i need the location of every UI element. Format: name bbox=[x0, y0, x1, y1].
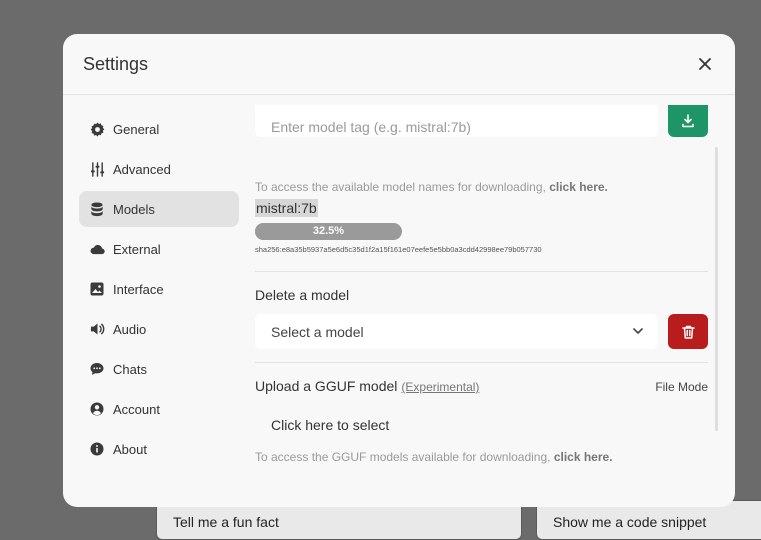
gguf-hint-text: To access the GGUF models available for … bbox=[255, 450, 551, 464]
sidebar-item-label: Account bbox=[113, 401, 160, 417]
sidebar-item-account[interactable]: Account bbox=[79, 391, 239, 427]
file-mode-toggle[interactable]: File Mode bbox=[655, 380, 708, 394]
sidebar-item-advanced[interactable]: Advanced bbox=[79, 151, 239, 187]
settings-modal: Settings General Advanced Models Externa… bbox=[63, 34, 735, 507]
trash-icon bbox=[681, 325, 695, 339]
close-icon bbox=[699, 58, 711, 70]
close-button[interactable] bbox=[695, 54, 715, 74]
download-button[interactable] bbox=[668, 105, 708, 137]
sidebar-item-label: About bbox=[113, 441, 147, 457]
upload-title-text: Upload a GGUF model bbox=[255, 378, 398, 394]
gguf-hint-link[interactable]: click here. bbox=[554, 450, 613, 464]
delete-section-title: Delete a model bbox=[255, 287, 350, 303]
models-panel: Enter model tag (e.g. mistral:7b) To acc… bbox=[255, 95, 720, 507]
pull-hint: To access the available model names for … bbox=[255, 180, 608, 194]
sidebar-item-external[interactable]: External bbox=[79, 231, 239, 267]
info-icon bbox=[89, 441, 105, 457]
speaker-icon bbox=[89, 321, 105, 337]
model-tag-input[interactable]: Enter model tag (e.g. mistral:7b) bbox=[255, 105, 658, 137]
sidebar-item-general[interactable]: General bbox=[79, 111, 239, 147]
gear-icon bbox=[89, 121, 105, 137]
upload-section-title: Upload a GGUF model (Experimental) bbox=[255, 378, 479, 394]
chat-bubble-icon bbox=[89, 361, 105, 377]
modal-header: Settings bbox=[63, 34, 735, 95]
experimental-link[interactable]: (Experimental) bbox=[401, 380, 479, 394]
sliders-icon bbox=[89, 161, 105, 177]
scrollbar[interactable] bbox=[715, 147, 718, 431]
downloading-model-name: mistral:7b bbox=[255, 199, 318, 217]
download-progress-bar: 32.5% bbox=[255, 223, 402, 240]
sidebar-item-label: Audio bbox=[113, 321, 147, 337]
progress-label: 32.5% bbox=[312, 225, 345, 237]
sidebar-item-models[interactable]: Models bbox=[79, 191, 239, 227]
sidebar-item-about[interactable]: About bbox=[79, 431, 239, 467]
sidebar-item-chats[interactable]: Chats bbox=[79, 351, 239, 387]
model-select[interactable]: Select a model bbox=[255, 314, 658, 349]
sidebar-item-label: General bbox=[113, 121, 160, 137]
gguf-hint: To access the GGUF models available for … bbox=[255, 450, 613, 464]
sidebar-item-label: External bbox=[113, 241, 161, 257]
database-icon bbox=[89, 201, 105, 217]
modal-title: Settings bbox=[83, 54, 149, 74]
sidebar-item-audio[interactable]: Audio bbox=[79, 311, 239, 347]
divider bbox=[255, 362, 708, 363]
divider bbox=[255, 271, 708, 272]
delete-model-button[interactable] bbox=[668, 314, 708, 349]
image-icon bbox=[89, 281, 105, 297]
sidebar-item-label: Chats bbox=[113, 361, 147, 377]
file-select-button[interactable]: Click here to select bbox=[271, 417, 389, 433]
user-circle-icon bbox=[89, 401, 105, 417]
sidebar-item-label: Models bbox=[113, 201, 155, 217]
sidebar-item-interface[interactable]: Interface bbox=[79, 271, 239, 307]
model-digest: sha256:e8a35b5937a5e6d5c35d1f2a15f161e07… bbox=[255, 245, 542, 254]
sidebar-item-label: Advanced bbox=[113, 161, 171, 177]
sidebar-item-label: Interface bbox=[113, 281, 164, 297]
pull-hint-link[interactable]: click here. bbox=[549, 180, 608, 194]
download-icon bbox=[682, 114, 694, 128]
settings-sidebar: General Advanced Models External Interfa… bbox=[79, 111, 239, 471]
model-select-value: Select a model bbox=[271, 324, 364, 340]
pull-hint-text: To access the available model names for … bbox=[255, 180, 546, 194]
cloud-icon bbox=[89, 241, 105, 257]
chevron-down-icon bbox=[633, 328, 643, 334]
